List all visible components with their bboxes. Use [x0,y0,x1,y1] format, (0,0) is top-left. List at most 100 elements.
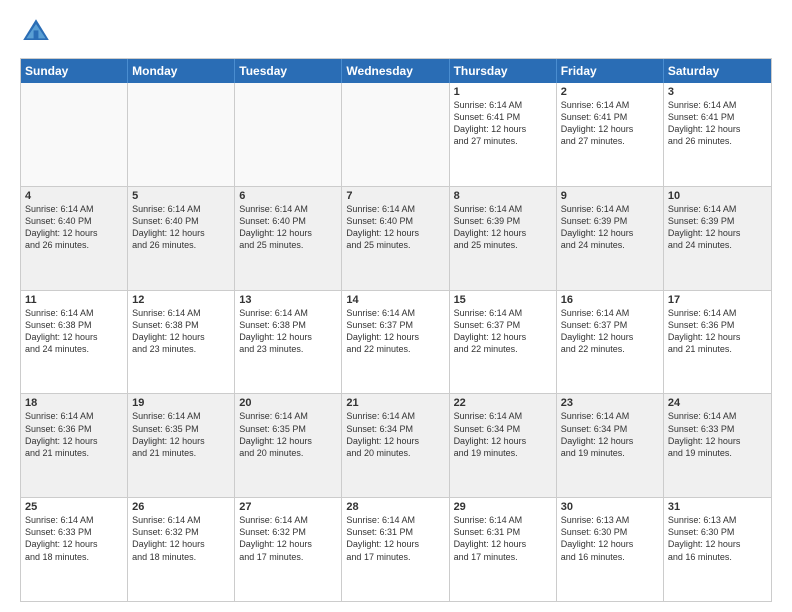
cal-cell-16: 16Sunrise: 6:14 AM Sunset: 6:37 PM Dayli… [557,291,664,394]
cal-cell-25: 25Sunrise: 6:14 AM Sunset: 6:33 PM Dayli… [21,498,128,601]
day-number: 1 [454,86,552,98]
day-number: 6 [239,190,337,202]
cal-cell-11: 11Sunrise: 6:14 AM Sunset: 6:38 PM Dayli… [21,291,128,394]
cal-header-saturday: Saturday [664,59,771,83]
day-info: Sunrise: 6:14 AM Sunset: 6:33 PM Dayligh… [25,514,123,563]
day-info: Sunrise: 6:14 AM Sunset: 6:41 PM Dayligh… [668,99,767,148]
day-info: Sunrise: 6:14 AM Sunset: 6:40 PM Dayligh… [346,203,444,252]
cal-cell-27: 27Sunrise: 6:14 AM Sunset: 6:32 PM Dayli… [235,498,342,601]
calendar: SundayMondayTuesdayWednesdayThursdayFrid… [20,58,772,602]
cal-cell-empty [21,83,128,186]
calendar-body: 1Sunrise: 6:14 AM Sunset: 6:41 PM Daylig… [21,83,771,601]
cal-header-friday: Friday [557,59,664,83]
day-info: Sunrise: 6:14 AM Sunset: 6:37 PM Dayligh… [346,307,444,356]
cal-cell-2: 2Sunrise: 6:14 AM Sunset: 6:41 PM Daylig… [557,83,664,186]
cal-cell-6: 6Sunrise: 6:14 AM Sunset: 6:40 PM Daylig… [235,187,342,290]
day-number: 7 [346,190,444,202]
day-info: Sunrise: 6:14 AM Sunset: 6:39 PM Dayligh… [668,203,767,252]
day-number: 22 [454,397,552,409]
day-number: 24 [668,397,767,409]
cal-cell-12: 12Sunrise: 6:14 AM Sunset: 6:38 PM Dayli… [128,291,235,394]
cal-cell-24: 24Sunrise: 6:14 AM Sunset: 6:33 PM Dayli… [664,394,771,497]
day-info: Sunrise: 6:14 AM Sunset: 6:40 PM Dayligh… [132,203,230,252]
cal-cell-20: 20Sunrise: 6:14 AM Sunset: 6:35 PM Dayli… [235,394,342,497]
day-info: Sunrise: 6:14 AM Sunset: 6:31 PM Dayligh… [346,514,444,563]
cal-cell-31: 31Sunrise: 6:13 AM Sunset: 6:30 PM Dayli… [664,498,771,601]
day-info: Sunrise: 6:14 AM Sunset: 6:33 PM Dayligh… [668,410,767,459]
cal-cell-4: 4Sunrise: 6:14 AM Sunset: 6:40 PM Daylig… [21,187,128,290]
cal-cell-3: 3Sunrise: 6:14 AM Sunset: 6:41 PM Daylig… [664,83,771,186]
cal-header-thursday: Thursday [450,59,557,83]
day-info: Sunrise: 6:14 AM Sunset: 6:36 PM Dayligh… [668,307,767,356]
day-number: 11 [25,294,123,306]
day-number: 29 [454,501,552,513]
cal-row-2: 11Sunrise: 6:14 AM Sunset: 6:38 PM Dayli… [21,290,771,394]
day-info: Sunrise: 6:14 AM Sunset: 6:40 PM Dayligh… [239,203,337,252]
cal-cell-5: 5Sunrise: 6:14 AM Sunset: 6:40 PM Daylig… [128,187,235,290]
cal-cell-empty [235,83,342,186]
cal-row-4: 25Sunrise: 6:14 AM Sunset: 6:33 PM Dayli… [21,497,771,601]
cal-cell-28: 28Sunrise: 6:14 AM Sunset: 6:31 PM Dayli… [342,498,449,601]
day-info: Sunrise: 6:14 AM Sunset: 6:35 PM Dayligh… [239,410,337,459]
cal-cell-8: 8Sunrise: 6:14 AM Sunset: 6:39 PM Daylig… [450,187,557,290]
day-number: 26 [132,501,230,513]
day-number: 18 [25,397,123,409]
day-number: 20 [239,397,337,409]
day-number: 17 [668,294,767,306]
cal-cell-9: 9Sunrise: 6:14 AM Sunset: 6:39 PM Daylig… [557,187,664,290]
cal-cell-26: 26Sunrise: 6:14 AM Sunset: 6:32 PM Dayli… [128,498,235,601]
cal-cell-18: 18Sunrise: 6:14 AM Sunset: 6:36 PM Dayli… [21,394,128,497]
day-number: 19 [132,397,230,409]
day-info: Sunrise: 6:14 AM Sunset: 6:34 PM Dayligh… [561,410,659,459]
cal-header-sunday: Sunday [21,59,128,83]
day-info: Sunrise: 6:14 AM Sunset: 6:32 PM Dayligh… [132,514,230,563]
cal-row-3: 18Sunrise: 6:14 AM Sunset: 6:36 PM Dayli… [21,393,771,497]
logo-icon [20,16,52,48]
day-info: Sunrise: 6:14 AM Sunset: 6:32 PM Dayligh… [239,514,337,563]
day-number: 2 [561,86,659,98]
day-info: Sunrise: 6:14 AM Sunset: 6:39 PM Dayligh… [561,203,659,252]
day-info: Sunrise: 6:14 AM Sunset: 6:41 PM Dayligh… [561,99,659,148]
day-number: 16 [561,294,659,306]
day-info: Sunrise: 6:14 AM Sunset: 6:40 PM Dayligh… [25,203,123,252]
cal-cell-17: 17Sunrise: 6:14 AM Sunset: 6:36 PM Dayli… [664,291,771,394]
day-info: Sunrise: 6:14 AM Sunset: 6:38 PM Dayligh… [239,307,337,356]
page: SundayMondayTuesdayWednesdayThursdayFrid… [0,0,792,612]
day-info: Sunrise: 6:14 AM Sunset: 6:34 PM Dayligh… [346,410,444,459]
day-number: 31 [668,501,767,513]
cal-cell-15: 15Sunrise: 6:14 AM Sunset: 6:37 PM Dayli… [450,291,557,394]
cal-cell-21: 21Sunrise: 6:14 AM Sunset: 6:34 PM Dayli… [342,394,449,497]
day-number: 23 [561,397,659,409]
header [20,16,772,48]
cal-cell-29: 29Sunrise: 6:14 AM Sunset: 6:31 PM Dayli… [450,498,557,601]
cal-cell-19: 19Sunrise: 6:14 AM Sunset: 6:35 PM Dayli… [128,394,235,497]
day-info: Sunrise: 6:14 AM Sunset: 6:31 PM Dayligh… [454,514,552,563]
logo [20,16,56,48]
day-number: 4 [25,190,123,202]
day-number: 25 [25,501,123,513]
cal-cell-14: 14Sunrise: 6:14 AM Sunset: 6:37 PM Dayli… [342,291,449,394]
cal-cell-7: 7Sunrise: 6:14 AM Sunset: 6:40 PM Daylig… [342,187,449,290]
cal-cell-empty [128,83,235,186]
day-info: Sunrise: 6:14 AM Sunset: 6:37 PM Dayligh… [454,307,552,356]
day-number: 13 [239,294,337,306]
day-info: Sunrise: 6:14 AM Sunset: 6:37 PM Dayligh… [561,307,659,356]
day-number: 21 [346,397,444,409]
day-info: Sunrise: 6:14 AM Sunset: 6:38 PM Dayligh… [25,307,123,356]
day-number: 5 [132,190,230,202]
cal-cell-1: 1Sunrise: 6:14 AM Sunset: 6:41 PM Daylig… [450,83,557,186]
calendar-header: SundayMondayTuesdayWednesdayThursdayFrid… [21,59,771,83]
day-number: 10 [668,190,767,202]
day-number: 27 [239,501,337,513]
cal-row-1: 4Sunrise: 6:14 AM Sunset: 6:40 PM Daylig… [21,186,771,290]
day-info: Sunrise: 6:14 AM Sunset: 6:41 PM Dayligh… [454,99,552,148]
day-info: Sunrise: 6:13 AM Sunset: 6:30 PM Dayligh… [668,514,767,563]
day-info: Sunrise: 6:14 AM Sunset: 6:39 PM Dayligh… [454,203,552,252]
cal-cell-23: 23Sunrise: 6:14 AM Sunset: 6:34 PM Dayli… [557,394,664,497]
cal-cell-22: 22Sunrise: 6:14 AM Sunset: 6:34 PM Dayli… [450,394,557,497]
day-number: 8 [454,190,552,202]
cal-cell-10: 10Sunrise: 6:14 AM Sunset: 6:39 PM Dayli… [664,187,771,290]
cal-header-wednesday: Wednesday [342,59,449,83]
day-number: 12 [132,294,230,306]
cal-header-monday: Monday [128,59,235,83]
